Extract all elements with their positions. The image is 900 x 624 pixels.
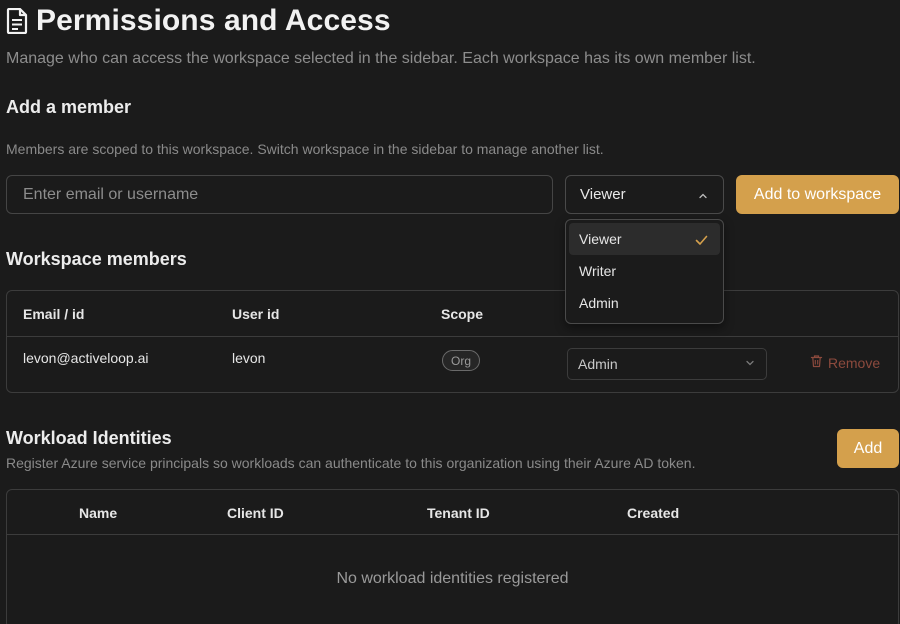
page-subtitle: Manage who can access the workspace sele… — [6, 50, 756, 67]
permissions-page: Permissions and Access Manage who can ac… — [0, 0, 900, 624]
role-select[interactable]: Viewer — [565, 175, 724, 214]
workload-identities-description: Register Azure service principals so wor… — [6, 455, 696, 471]
workspace-members-heading: Workspace members — [6, 249, 187, 269]
scope-badge: Org — [442, 350, 480, 371]
role-dropdown-menu: Viewer Writer Admin — [565, 219, 724, 324]
email-input[interactable] — [6, 175, 553, 214]
add-to-workspace-button[interactable]: Add to workspace — [736, 175, 899, 214]
page-title: Permissions and Access — [36, 4, 391, 37]
add-member-heading: Add a member — [6, 97, 132, 117]
member-user-id: levon — [232, 350, 266, 366]
column-header-scope: Scope — [441, 306, 484, 322]
remove-member-button[interactable]: Remove — [810, 354, 880, 371]
role-option-label: Admin — [579, 295, 619, 311]
members-table-header: Email / id User id Scope — [7, 291, 898, 337]
role-option-admin[interactable]: Admin — [569, 287, 720, 319]
role-option-viewer[interactable]: Viewer — [569, 223, 720, 255]
role-option-writer[interactable]: Writer — [569, 255, 720, 287]
workload-identities-table: Name Client ID Tenant ID Created No work… — [6, 489, 899, 624]
trash-icon — [810, 354, 823, 371]
member-email: levon@activeloop.ai — [23, 350, 149, 366]
column-header-tenant-id: Tenant ID — [427, 505, 490, 521]
add-workload-identity-button[interactable]: Add — [837, 429, 899, 468]
column-header-email: Email / id — [23, 306, 85, 322]
check-icon — [695, 233, 708, 245]
members-table: Email / id User id Scope levon@activeloo… — [6, 290, 899, 393]
add-member-note: Members are scoped to this workspace. Sw… — [6, 141, 604, 157]
workload-table-header: Name Client ID Tenant ID Created — [7, 490, 898, 535]
chevron-down-icon — [744, 356, 756, 372]
column-header-user-id: User id — [232, 306, 280, 322]
role-option-label: Viewer — [579, 231, 622, 247]
page-header: Permissions and Access — [6, 4, 391, 38]
chevron-up-icon — [697, 189, 709, 201]
role-option-label: Writer — [579, 263, 617, 279]
document-icon — [6, 7, 28, 35]
role-select-value: Viewer — [580, 186, 626, 203]
column-header-name: Name — [79, 505, 118, 521]
remove-label: Remove — [828, 354, 881, 371]
member-role-value: Admin — [578, 356, 618, 372]
column-header-created: Created — [627, 505, 680, 521]
empty-state-message: No workload identities registered — [336, 570, 569, 587]
member-role-select[interactable]: Admin — [567, 348, 767, 380]
workload-identities-heading: Workload Identities — [6, 428, 172, 448]
column-header-client-id: Client ID — [227, 505, 284, 521]
